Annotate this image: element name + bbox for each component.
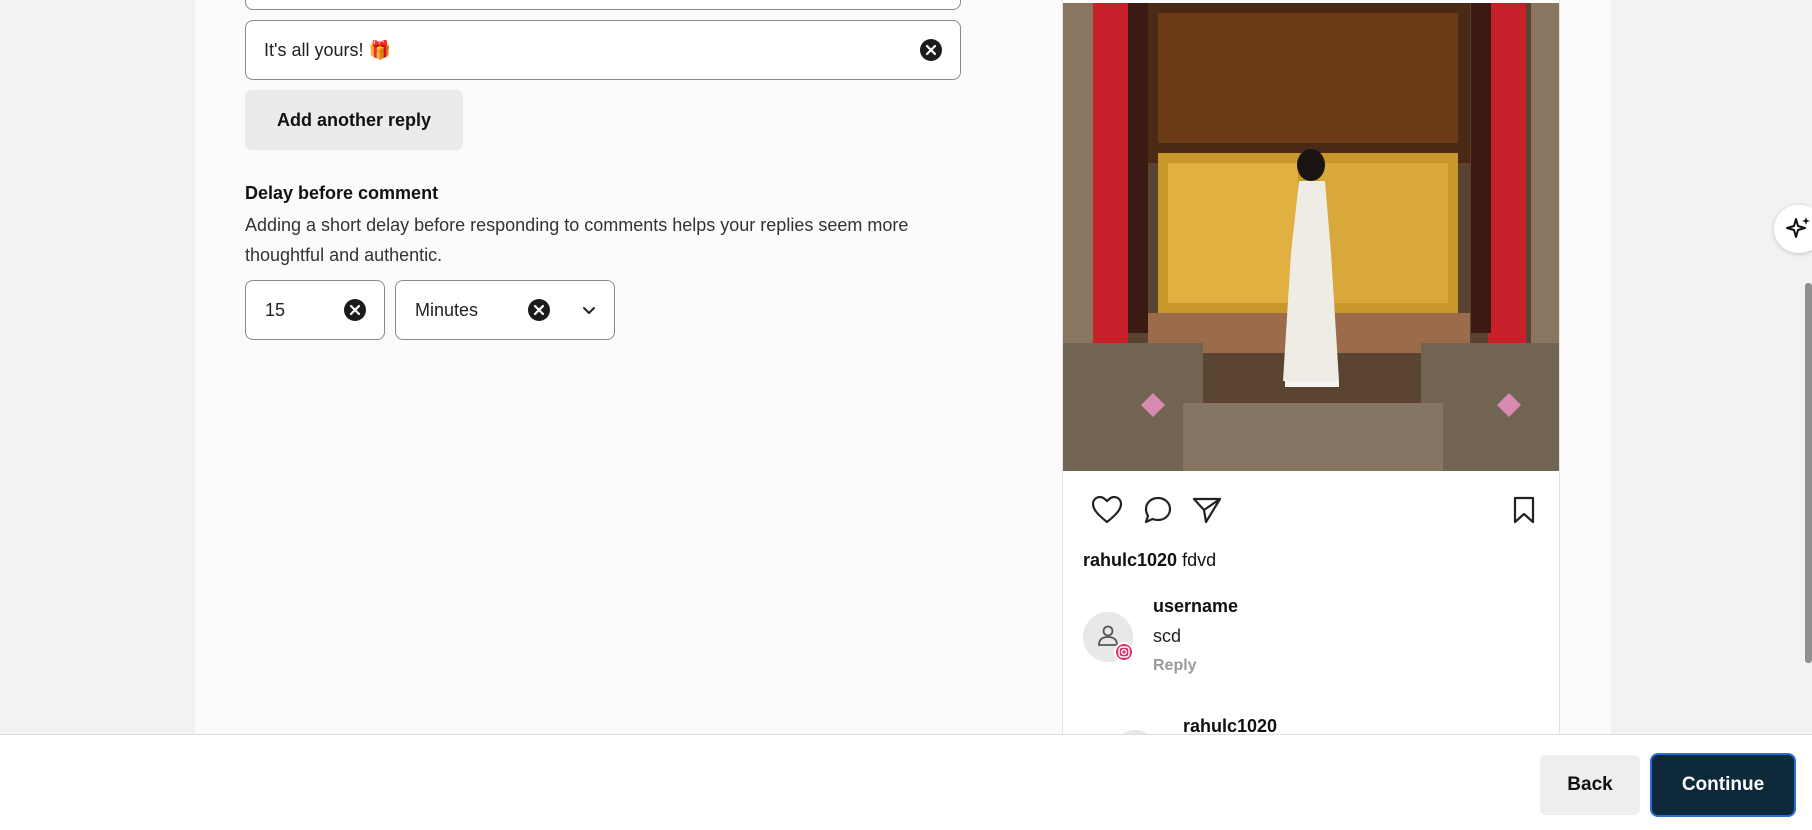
bookmark-icon[interactable] — [1512, 496, 1536, 529]
delay-amount-value: 15 — [265, 299, 286, 320]
caption-text: fdvd — [1182, 550, 1217, 570]
delay-amount-input[interactable]: 15 — [245, 280, 385, 340]
post-actions — [1091, 495, 1536, 529]
comment-username: rahulc1020 — [1183, 716, 1278, 734]
post-preview: rahulc1020 fdvd username scd Reply rahul… — [1062, 0, 1560, 734]
post-image — [1063, 3, 1559, 471]
delay-unit-select[interactable]: Minutes — [395, 280, 615, 340]
delay-title: Delay before comment — [245, 183, 439, 203]
delay-description: Adding a short delay before responding t… — [245, 215, 909, 265]
post-caption: rahulc1020 fdvd — [1083, 550, 1216, 571]
clear-icon[interactable] — [528, 299, 550, 321]
avatar — [1083, 612, 1134, 662]
previous-reply-field[interactable] — [245, 0, 961, 10]
share-icon[interactable] — [1192, 496, 1222, 529]
comment-reply-link[interactable]: Reply — [1153, 657, 1197, 675]
reply-input[interactable]: It's all yours! 🎁 — [245, 20, 961, 80]
comment-text: scd — [1153, 626, 1182, 646]
delay-unit-value: Minutes — [415, 299, 479, 320]
comment-icon[interactable] — [1144, 496, 1172, 529]
back-button[interactable]: Back — [1540, 755, 1640, 815]
comment-username: username — [1153, 596, 1239, 616]
continue-button[interactable]: Continue — [1650, 753, 1796, 817]
footer-bar: Back Continue — [0, 734, 1812, 830]
add-another-reply-button[interactable]: Add another reply — [245, 90, 463, 150]
clear-icon[interactable] — [920, 39, 942, 61]
reply-input-value: It's all yours! 🎁 — [264, 39, 391, 60]
clear-icon[interactable] — [344, 299, 366, 321]
chevron-down-icon[interactable] — [582, 300, 596, 321]
scrollbar-thumb[interactable] — [1805, 283, 1812, 663]
instagram-icon — [1114, 642, 1134, 662]
heart-icon[interactable] — [1091, 495, 1123, 529]
caption-username: rahulc1020 — [1083, 550, 1178, 570]
